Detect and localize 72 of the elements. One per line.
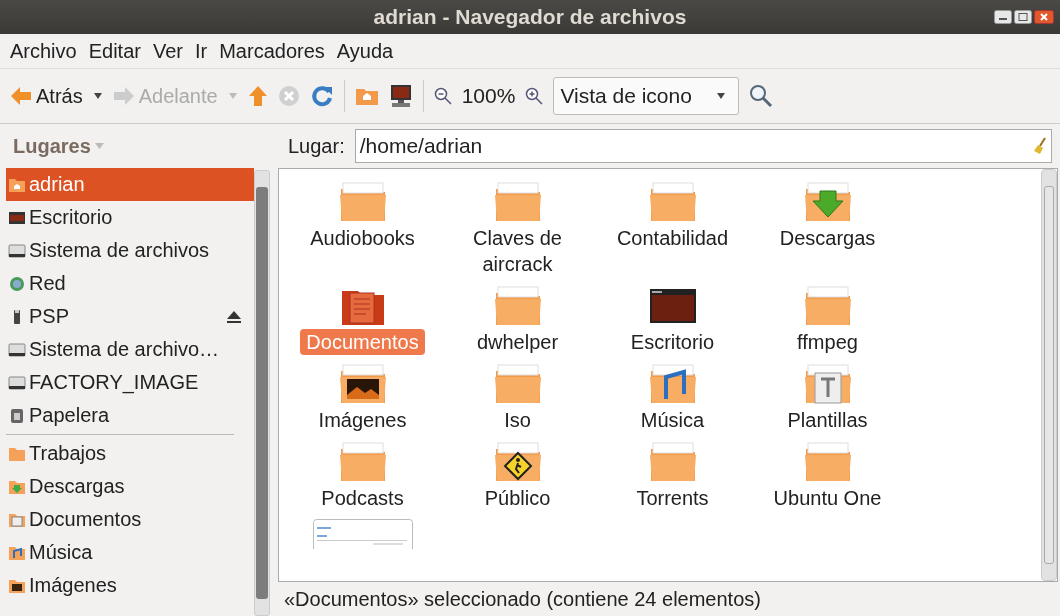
file-item[interactable]: Descargas: [750, 179, 905, 277]
file-item[interactable]: Audiobooks: [285, 179, 440, 277]
menu-item[interactable]: Ayuda: [336, 39, 394, 63]
file-item[interactable]: Música: [595, 361, 750, 433]
file-item[interactable]: Plantillas: [750, 361, 905, 433]
left-arrow-icon: [10, 86, 32, 106]
file-item[interactable]: Escritorio: [595, 283, 750, 355]
sidebar-item[interactable]: Música: [6, 536, 254, 569]
file-item[interactable]: Iso: [440, 361, 595, 433]
minimize-icon[interactable]: [994, 10, 1012, 24]
status-text: «Documentos» seleccionado (contiene 24 elementos): [283, 586, 762, 612]
zoom-out-icon[interactable]: [433, 87, 452, 105]
window-title: adrian - Navegador de archivos: [373, 5, 687, 29]
pictures-folder-icon: [8, 577, 26, 594]
sidebar-item[interactable]: Imágenes: [6, 569, 254, 602]
download-folder-icon: [8, 478, 26, 495]
eject-icon[interactable]: [226, 309, 242, 324]
menu-item[interactable]: Ver: [152, 39, 183, 63]
sidebar-item[interactable]: Escritorio: [6, 201, 254, 234]
scrollbar[interactable]: [254, 170, 270, 616]
file-item[interactable]: Claves de aircrack: [440, 179, 595, 277]
sidebar-item[interactable]: Trabajos: [6, 437, 254, 470]
computer-icon[interactable]: [388, 84, 413, 108]
sidebar-item[interactable]: Sistema de archivos: [6, 234, 254, 267]
right-arrow-icon: [112, 86, 135, 106]
drive-icon: [8, 374, 26, 391]
view-dropdown[interactable]: Vista de icono: [553, 77, 740, 115]
folder-icon: [8, 445, 26, 462]
scrollbar[interactable]: [1041, 169, 1057, 581]
maximize-icon[interactable]: [1014, 10, 1032, 24]
templates-folder-icon: [802, 361, 853, 407]
network-icon: [8, 275, 26, 292]
menu-item[interactable]: Editar: [88, 39, 141, 63]
music-folder-icon: [8, 544, 26, 561]
file-item[interactable]: Público: [440, 439, 595, 511]
drive-icon: [8, 341, 26, 358]
sidebar-item[interactable]: Papelera: [6, 399, 254, 432]
location-field[interactable]: /home/adrian: [354, 129, 1052, 163]
file-item[interactable]: Imágenes: [285, 361, 440, 433]
zoom-level: 100%: [461, 84, 516, 108]
sidebar-item[interactable]: FACTORY_IMAGE: [6, 366, 254, 399]
caret-icon: [716, 92, 727, 100]
sidebar-title[interactable]: Lugares: [13, 134, 91, 158]
file-item[interactable]: Torrents: [595, 439, 750, 511]
file-item[interactable]: ffmpeg: [750, 283, 905, 355]
sidebar-item[interactable]: PSP: [6, 300, 254, 333]
search-icon[interactable]: [749, 84, 774, 108]
file-item[interactable]: Ubuntu One: [750, 439, 905, 511]
back-button[interactable]: Atrás: [10, 84, 83, 108]
drive-icon: [8, 242, 26, 259]
file-item[interactable]: Podcasts: [285, 439, 440, 511]
docs-folder-icon: [8, 511, 26, 528]
sidebar-item[interactable]: Sistema de archivo…: [6, 333, 254, 366]
menu-item[interactable]: Ir: [195, 39, 208, 63]
close-icon[interactable]: [1034, 10, 1054, 24]
sidebar-item[interactable]: Descargas: [6, 470, 254, 503]
menu-item[interactable]: Archivo: [10, 39, 77, 63]
file-item[interactable]: Contabilidad: [595, 179, 750, 277]
file-item[interactable]: dwhelper: [440, 283, 595, 355]
menu-item[interactable]: Marcadores: [219, 39, 325, 63]
broom-icon[interactable]: [1033, 137, 1047, 155]
home-folder-icon[interactable]: [354, 86, 379, 106]
sidebar-item[interactable]: Documentos: [6, 503, 254, 536]
sidebar-item[interactable]: Red: [6, 267, 254, 300]
trash-icon: [8, 407, 26, 424]
location-label: Lugar:: [288, 134, 345, 158]
sidebar-item[interactable]: adrian: [6, 168, 254, 201]
caret-icon[interactable]: [92, 92, 103, 100]
desktop-icon: [8, 209, 26, 226]
zoom-in-icon[interactable]: [525, 87, 544, 105]
home-icon: [8, 176, 26, 193]
reload-icon[interactable]: [309, 84, 334, 108]
